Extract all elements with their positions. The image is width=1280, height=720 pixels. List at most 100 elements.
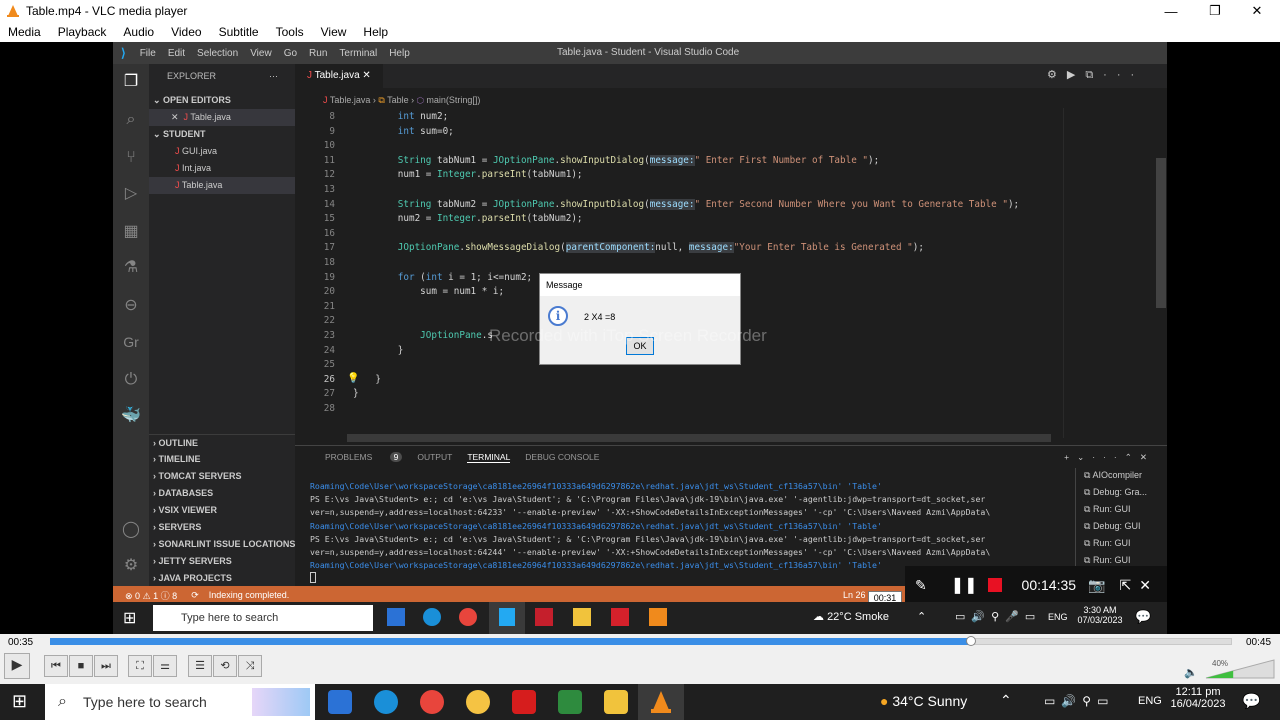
- source-control-icon[interactable]: ⑂: [121, 148, 141, 168]
- app-icon[interactable]: [558, 690, 582, 714]
- pen-icon[interactable]: ✎: [915, 577, 927, 594]
- menu-audio[interactable]: Audio: [115, 25, 163, 39]
- status-position[interactable]: Ln 26: [843, 590, 866, 600]
- inner-java-icon[interactable]: [649, 608, 667, 626]
- vs-menu-selection[interactable]: Selection: [191, 48, 244, 59]
- vs-menu-edit[interactable]: Edit: [162, 48, 191, 59]
- notification-icon[interactable]: 💬: [1242, 692, 1261, 710]
- code-line[interactable]: 15 num2 = Integer.parseInt(tabNum2);: [295, 212, 1065, 227]
- run-debug-icon[interactable]: ▷: [121, 184, 141, 204]
- account-icon[interactable]: ◯: [121, 520, 141, 540]
- inner-language[interactable]: ENG: [1048, 612, 1068, 622]
- tab-table-java[interactable]: J Table.java ✕: [295, 64, 383, 88]
- inner-chrome-icon[interactable]: [459, 608, 477, 626]
- code-line[interactable]: 27}: [295, 387, 1065, 402]
- extensions-icon[interactable]: ▦: [121, 222, 141, 242]
- panel-actions[interactable]: +⌄···⌃✕: [1064, 452, 1155, 463]
- inner-clock[interactable]: 3:30 AM 07/03/2023: [1075, 605, 1125, 625]
- menu-playback[interactable]: Playback: [50, 25, 116, 39]
- section-vsix[interactable]: › VSIX VIEWER: [149, 502, 295, 519]
- file-gui[interactable]: J GUI.java: [149, 143, 295, 160]
- inner-weather[interactable]: ☁ 22°C Smoke: [813, 610, 889, 623]
- playlist-button[interactable]: ☰: [188, 655, 212, 677]
- chrome-icon[interactable]: [420, 690, 444, 714]
- code-line[interactable]: 14 String tabNum2 = JOptionPane.showInpu…: [295, 198, 1065, 213]
- menu-subtitle[interactable]: Subtitle: [211, 25, 268, 39]
- file-table[interactable]: J Table.java: [149, 177, 295, 194]
- language-indicator[interactable]: ENG: [1138, 695, 1162, 707]
- section-sonarlint[interactable]: › SONARLINT ISSUE LOCATIONS: [149, 536, 295, 553]
- terminal-item[interactable]: ⧉ Debug: GUI: [1084, 521, 1140, 532]
- expand-icon[interactable]: ⇱: [1119, 577, 1131, 594]
- inner-chevron-up-icon[interactable]: ⌃: [917, 610, 926, 623]
- youtube-icon[interactable]: [512, 690, 536, 714]
- docker-icon[interactable]: 🐳: [121, 406, 141, 426]
- terminal-item[interactable]: ⧉ AIOcompiler: [1084, 470, 1142, 481]
- code-line[interactable]: 13: [295, 183, 1065, 198]
- tab-debug-console[interactable]: DEBUG CONSOLE: [525, 452, 599, 462]
- vs-menu-help[interactable]: Help: [383, 48, 416, 59]
- code-line[interactable]: 8 int num2;: [295, 110, 1065, 125]
- gear-icon[interactable]: ⚙: [121, 556, 141, 576]
- stop-button[interactable]: ■: [69, 655, 93, 677]
- terminal-item[interactable]: ⧉ Run: GUI: [1084, 538, 1130, 549]
- tab-output[interactable]: OUTPUT: [417, 452, 452, 462]
- previous-button[interactable]: ⏮: [44, 655, 68, 677]
- editor-hscrollbar[interactable]: [347, 434, 1051, 442]
- code-line[interactable]: 9 int sum=0;: [295, 125, 1065, 140]
- gradle-icon[interactable]: Gr: [121, 332, 141, 352]
- tray-icons[interactable]: ▭🔊⚲▭: [1044, 694, 1114, 708]
- remote-icon[interactable]: ⊖: [121, 296, 141, 316]
- pause-icon[interactable]: ❚❚: [951, 575, 978, 595]
- camera-icon[interactable]: 📷: [1088, 577, 1105, 594]
- menu-view[interactable]: View: [313, 25, 356, 39]
- code-line[interactable]: 18: [295, 256, 1065, 271]
- maximize-icon[interactable]: ❐: [1192, 0, 1238, 22]
- inner-app-icon[interactable]: [611, 608, 629, 626]
- code-line[interactable]: 11 String tabNum1 = JOptionPane.showInpu…: [295, 154, 1065, 169]
- section-outline[interactable]: › OUTLINE: [149, 434, 295, 451]
- inner-notification-icon[interactable]: 💬: [1135, 609, 1151, 625]
- section-jetty[interactable]: › JETTY SERVERS: [149, 553, 295, 570]
- code-line[interactable]: 16: [295, 227, 1065, 242]
- section-tomcat[interactable]: › TOMCAT SERVERS: [149, 468, 295, 485]
- chrome-profile-icon[interactable]: [466, 690, 490, 714]
- seek-knob[interactable]: [965, 636, 976, 646]
- tab-terminal[interactable]: TERMINAL: [467, 452, 511, 463]
- inner-calculator-icon[interactable]: [387, 608, 405, 626]
- weather-widget[interactable]: ● 34°C Sunny: [880, 693, 967, 709]
- terminal-item[interactable]: ⧉ Run: GUI: [1084, 504, 1130, 515]
- inner-edge-icon[interactable]: [423, 608, 441, 626]
- inner-vscode-icon[interactable]: [499, 608, 515, 626]
- explorer-icon[interactable]: ❐: [121, 72, 141, 92]
- editor-scrollbar[interactable]: [1156, 158, 1166, 308]
- inner-search-box[interactable]: Type here to search: [153, 605, 373, 631]
- vs-menu-terminal[interactable]: Terminal: [333, 48, 383, 59]
- stop-record-icon[interactable]: [987, 578, 1002, 592]
- chevron-up-icon[interactable]: ⌃: [1000, 692, 1012, 709]
- time-total[interactable]: 00:45: [1246, 637, 1271, 648]
- recorder-close-icon[interactable]: ✕: [1139, 577, 1151, 594]
- inner-recorder-icon[interactable]: [535, 608, 553, 626]
- vs-menu-view[interactable]: View: [244, 48, 278, 59]
- calculator-icon[interactable]: [328, 690, 352, 714]
- code-line[interactable]: 10: [295, 139, 1065, 154]
- minimap[interactable]: [1063, 108, 1167, 438]
- tab-problems[interactable]: PROBLEMS 9: [310, 452, 403, 462]
- testing-icon[interactable]: ⚗: [121, 258, 141, 278]
- terminal-item[interactable]: ⧉ Run: GUI: [1084, 555, 1130, 566]
- extended-settings-button[interactable]: ⚌: [153, 655, 177, 677]
- section-java-projects[interactable]: › JAVA PROJECTS: [149, 570, 295, 587]
- next-button[interactable]: ⏭: [94, 655, 118, 677]
- tab-close-icon[interactable]: ✕: [362, 70, 370, 81]
- menu-media[interactable]: Media: [0, 25, 50, 39]
- vs-menu-go[interactable]: Go: [278, 48, 303, 59]
- breadcrumb-method[interactable]: main(String[]): [426, 95, 480, 105]
- section-servers[interactable]: › SERVERS: [149, 519, 295, 536]
- status-problems[interactable]: ⊗ 0 ⚠ 1 ⓘ 8: [125, 589, 177, 602]
- more-icon[interactable]: ···: [269, 68, 289, 85]
- inner-tray-icons[interactable]: ▭🔊⚲🎤▭: [955, 610, 1041, 623]
- loop-button[interactable]: ⟲: [213, 655, 237, 677]
- search-icon[interactable]: ⌕: [121, 110, 141, 130]
- fullscreen-button[interactable]: ⛶: [128, 655, 152, 677]
